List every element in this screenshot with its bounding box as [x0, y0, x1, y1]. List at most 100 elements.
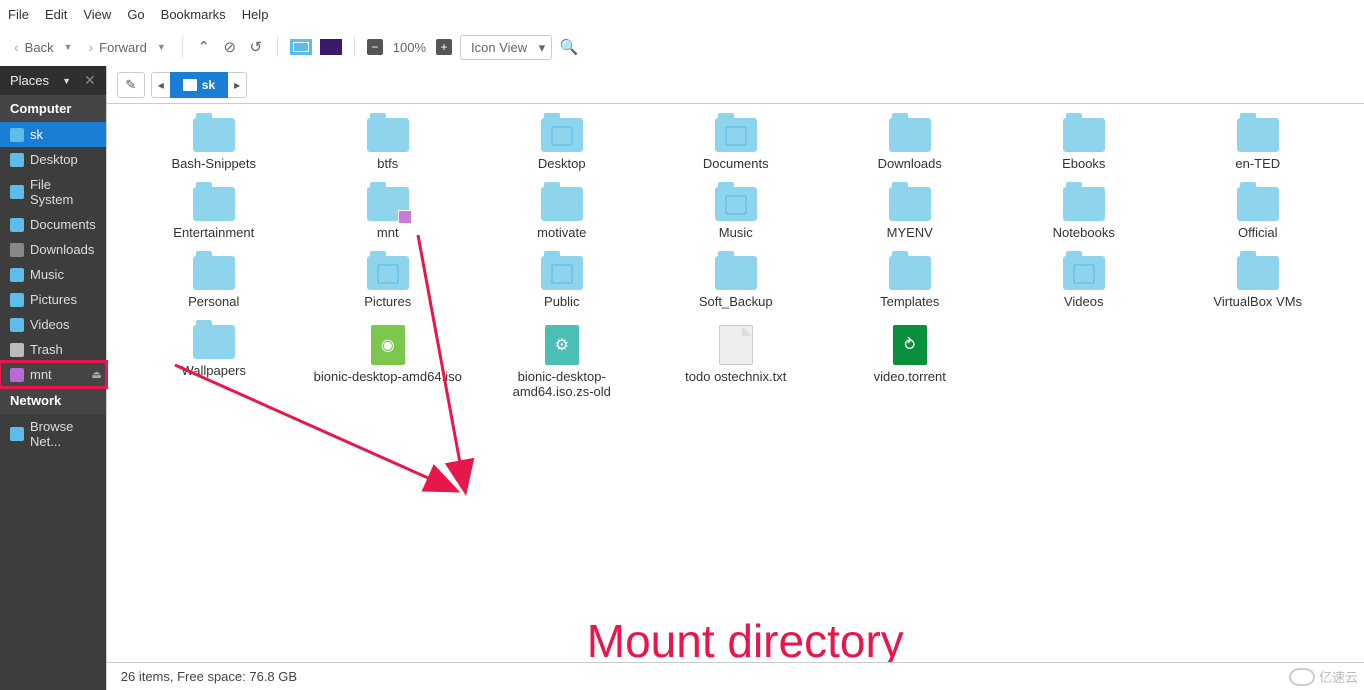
sidebar-item-file-system[interactable]: File System — [0, 172, 106, 212]
menu-go[interactable]: Go — [127, 7, 144, 22]
sidebar-item-mnt[interactable]: mnt ⏏ — [0, 362, 106, 387]
zs-file-icon: ⚙ — [545, 325, 579, 365]
file-item[interactable]: Music — [649, 183, 823, 244]
breadcrumb-next[interactable]: ▸ — [228, 72, 247, 98]
close-icon[interactable]: ✕ — [84, 72, 96, 89]
file-name: mnt — [377, 225, 399, 240]
file-item[interactable]: btfs — [301, 114, 475, 175]
chevron-down-icon[interactable]: ▼ — [62, 76, 71, 86]
sidebar-item-trash[interactable]: Trash — [0, 337, 106, 362]
up-icon[interactable]: ⌃ — [195, 38, 213, 56]
home-icon[interactable] — [290, 39, 312, 55]
file-item[interactable]: MYENV — [823, 183, 997, 244]
file-name: Videos — [1064, 294, 1104, 309]
sidebar-item-label: Documents — [30, 217, 96, 232]
file-name: bionic-desktop-amd64.iso.zs-old — [487, 369, 637, 399]
menu-view[interactable]: View — [83, 7, 111, 22]
sidebar-item-desktop[interactable]: Desktop — [0, 147, 106, 172]
file-name: Documents — [703, 156, 769, 171]
iso-file-icon: ◉ — [371, 325, 405, 365]
sidebar-item-downloads[interactable]: Downloads — [0, 237, 106, 262]
file-name: Official — [1238, 225, 1278, 240]
watermark-logo — [1289, 668, 1315, 686]
folder-icon — [715, 187, 757, 221]
zoom-control: − 100% + — [367, 39, 452, 55]
separator — [277, 37, 278, 57]
sidebar-item-label: Pictures — [30, 292, 77, 307]
folder-icon — [10, 218, 24, 232]
menu-help[interactable]: Help — [242, 7, 269, 22]
file-item[interactable]: todo ostechnix.txt — [649, 321, 823, 403]
file-name: Desktop — [538, 156, 586, 171]
folder-icon — [193, 118, 235, 152]
sidebar-item-label: mnt — [30, 367, 52, 382]
breadcrumb-current[interactable]: sk — [170, 72, 228, 98]
file-name: motivate — [537, 225, 586, 240]
menu-edit[interactable]: Edit — [45, 7, 67, 22]
file-name: Ebooks — [1062, 156, 1105, 171]
file-item[interactable]: Templates — [823, 252, 997, 313]
file-item[interactable]: Entertainment — [127, 183, 301, 244]
folder-icon — [541, 256, 583, 290]
separator — [354, 37, 355, 57]
folder-icon — [889, 256, 931, 290]
file-item[interactable]: en-TED — [1171, 114, 1345, 175]
computer-icon[interactable] — [320, 39, 342, 55]
file-item[interactable]: Documents — [649, 114, 823, 175]
sidebar-item-sk[interactable]: sk — [0, 122, 106, 147]
file-item[interactable]: ⥁video.torrent — [823, 321, 997, 403]
zoom-in-button[interactable]: + — [436, 39, 452, 55]
folder-icon — [367, 187, 409, 221]
file-item[interactable]: Downloads — [823, 114, 997, 175]
sidebar-item-browse-net-[interactable]: Browse Net... — [0, 414, 106, 454]
eject-icon[interactable]: ⏏ — [91, 368, 101, 381]
sidebar-panel-label[interactable]: Places — [10, 73, 49, 88]
file-item[interactable]: Bash-Snippets — [127, 114, 301, 175]
file-item[interactable]: VirtualBox VMs — [1171, 252, 1345, 313]
forward-button[interactable]: › Forward ▼ — [85, 37, 170, 57]
trash-icon — [10, 343, 24, 357]
view-mode-label: Icon View — [471, 40, 527, 55]
folder-icon — [193, 325, 235, 359]
forward-label: Forward — [99, 40, 147, 55]
zoom-out-button[interactable]: − — [367, 39, 383, 55]
statusbar: 26 items, Free space: 76.8 GB — [107, 662, 1364, 690]
reload-icon[interactable]: ↺ — [247, 38, 265, 56]
file-item[interactable]: Desktop — [475, 114, 649, 175]
download-icon — [10, 243, 24, 257]
view-mode-select[interactable]: Icon View — [460, 35, 552, 60]
annotation-label: Mount directory — [587, 614, 904, 662]
sidebar-header: Places ▼ ✕ — [0, 66, 106, 95]
menu-bookmarks[interactable]: Bookmarks — [161, 7, 226, 22]
file-item[interactable]: Videos — [997, 252, 1171, 313]
sidebar-item-music[interactable]: Music — [0, 262, 106, 287]
file-item[interactable]: mnt — [301, 183, 475, 244]
file-item[interactable]: Wallpapers — [127, 321, 301, 403]
sidebar-item-documents[interactable]: Documents — [0, 212, 106, 237]
back-button[interactable]: ‹ Back ▼ — [10, 37, 77, 57]
txt-file-icon — [719, 325, 753, 365]
file-item[interactable]: ◉bionic-desktop-amd64.iso — [301, 321, 475, 403]
file-item[interactable]: Public — [475, 252, 649, 313]
sidebar-item-pictures[interactable]: Pictures — [0, 287, 106, 312]
menu-file[interactable]: File — [8, 7, 29, 22]
file-item[interactable]: Notebooks — [997, 183, 1171, 244]
folder-icon — [1237, 256, 1279, 290]
file-item[interactable]: Personal — [127, 252, 301, 313]
search-icon[interactable]: 🔍 — [560, 38, 578, 56]
file-item[interactable]: ⚙ bionic-desktop-amd64.iso.zs-old — [475, 321, 649, 403]
stop-icon[interactable]: ⊘ — [221, 38, 239, 56]
file-name: Personal — [188, 294, 239, 309]
file-name: Downloads — [878, 156, 942, 171]
file-grid[interactable]: Bash-Snippetsbtfs Desktop Documents Downloa… — [107, 104, 1364, 662]
folder-icon — [1063, 256, 1105, 290]
file-name: VirtualBox VMs — [1213, 294, 1302, 309]
sidebar-item-videos[interactable]: Videos — [0, 312, 106, 337]
file-item[interactable]: Ebooks — [997, 114, 1171, 175]
file-item[interactable]: Pictures — [301, 252, 475, 313]
breadcrumb-prev[interactable]: ◂ — [151, 72, 170, 98]
file-item[interactable]: Official — [1171, 183, 1345, 244]
edit-path-button[interactable]: ✎ — [117, 72, 145, 98]
file-item[interactable]: motivate — [475, 183, 649, 244]
file-item[interactable]: Soft_Backup — [649, 252, 823, 313]
